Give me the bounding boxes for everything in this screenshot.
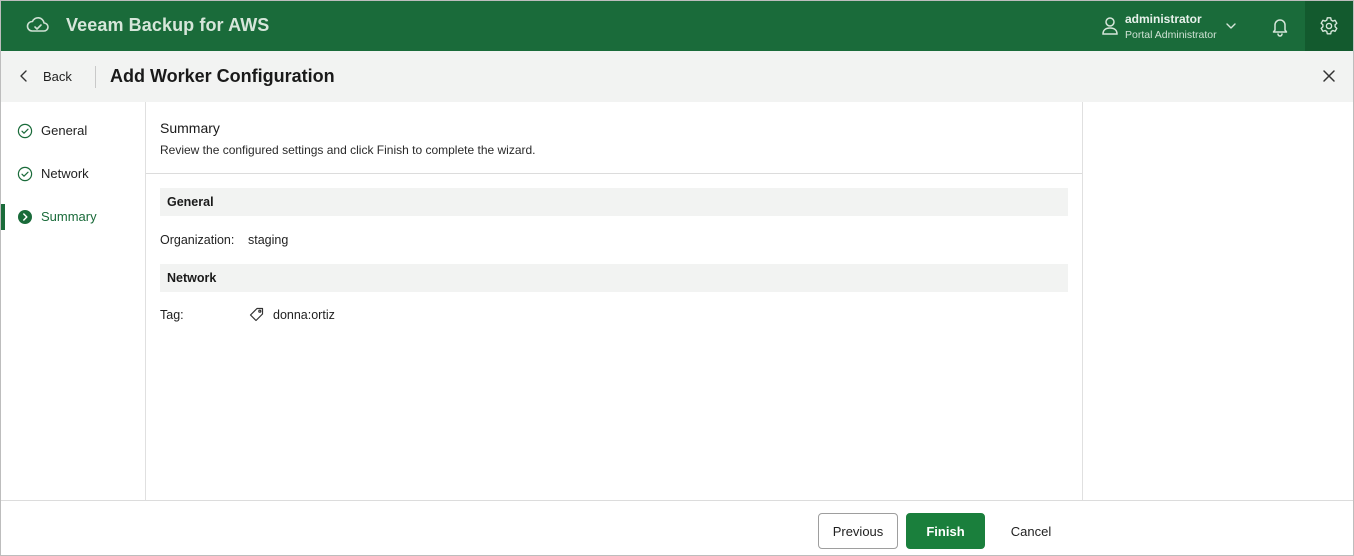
tag-value: donna:ortiz xyxy=(249,307,335,322)
cancel-button[interactable]: Cancel xyxy=(995,513,1067,549)
section-description: Review the configured settings and click… xyxy=(160,143,536,157)
section-heading: Summary xyxy=(160,120,220,136)
check-circle-icon xyxy=(17,166,33,182)
wizard-title: Add Worker Configuration xyxy=(110,66,335,86)
gear-icon xyxy=(1320,17,1338,35)
step-label: General xyxy=(41,123,88,138)
chevron-circle-icon xyxy=(18,210,32,224)
wizard-steps: General Network Summary xyxy=(1,102,146,500)
close-icon[interactable] xyxy=(1321,68,1337,84)
previous-button[interactable]: Previous xyxy=(818,513,898,549)
field-label: Tag: xyxy=(160,308,184,322)
group-header-network: Network xyxy=(160,264,1068,292)
field-label: Organization: xyxy=(160,233,235,247)
app-title: Veeam Backup for AWS xyxy=(66,15,270,35)
chevron-left-icon xyxy=(20,70,27,82)
group-title: Network xyxy=(167,271,217,285)
group-title: General xyxy=(167,195,214,209)
field-value: staging xyxy=(248,233,289,247)
step-general[interactable]: General xyxy=(1,116,145,146)
summary-panel: Summary Review the configured settings a… xyxy=(146,102,1083,500)
field-value: donna:ortiz xyxy=(273,307,335,322)
app-window: Veeam Backup for AWS administrator Porta… xyxy=(0,0,1354,556)
step-network[interactable]: Network xyxy=(1,159,145,189)
back-label: Back xyxy=(43,68,72,84)
active-step-indicator xyxy=(1,204,5,230)
user-role: Portal Administrator xyxy=(1125,29,1217,41)
top-bar: Veeam Backup for AWS administrator Porta… xyxy=(1,1,1353,51)
user-name: administrator xyxy=(1125,12,1202,26)
chevron-down-icon xyxy=(1226,23,1236,29)
header-divider xyxy=(95,66,96,88)
step-label: Network xyxy=(41,166,89,181)
step-label: Summary xyxy=(41,209,97,224)
finish-button[interactable]: Finish xyxy=(906,513,985,549)
group-header-general: General xyxy=(160,188,1068,216)
right-pane xyxy=(1083,102,1353,500)
step-summary[interactable]: Summary xyxy=(1,202,145,232)
settings-button[interactable] xyxy=(1305,1,1353,51)
back-button[interactable]: Back xyxy=(19,63,72,89)
cloud-sync-icon xyxy=(26,17,49,32)
divider xyxy=(146,173,1082,174)
tag-icon xyxy=(249,307,264,322)
user-icon xyxy=(1102,17,1118,35)
user-menu[interactable]: administrator Portal Administrator xyxy=(1101,10,1241,44)
bell-icon[interactable] xyxy=(1269,15,1291,37)
check-circle-icon xyxy=(17,123,33,139)
wizard-footer: Previous Finish Cancel xyxy=(1,500,1353,555)
wizard-header: Back Add Worker Configuration xyxy=(1,51,1353,103)
